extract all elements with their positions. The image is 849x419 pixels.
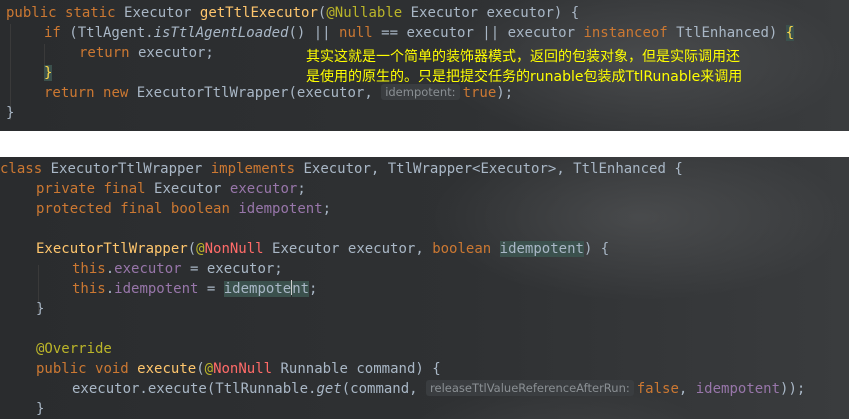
keyword: false (636, 381, 679, 397)
code-text: = executor; (181, 261, 283, 277)
code-text: , (678, 381, 696, 397)
code-text: (command, (341, 381, 427, 397)
highlighted-identifier: idempotent (499, 241, 584, 257)
code-line-7: } (36, 299, 44, 319)
code-line-1: public static Executor getTtlExecutor(@N… (6, 3, 579, 23)
keyword: return (79, 45, 130, 61)
code-text: Runnable command) { (272, 361, 441, 377)
annotation-name: NonNull (204, 241, 264, 257)
code-text: ( (187, 241, 197, 257)
method-name: ExecutorTtlWrapper (36, 241, 188, 257)
keyword: final (120, 201, 163, 217)
code-text: ) { (583, 241, 610, 257)
annotation: @Nullable (326, 5, 403, 21)
keyword: static (65, 5, 116, 21)
code-text: ExecutorTtlWrapper (42, 161, 211, 177)
keyword: if (44, 25, 61, 41)
code-line-4: } (44, 63, 53, 83)
field-name: executor (229, 181, 298, 197)
code-line-4: ExecutorTtlWrapper(@NonNull Executor exe… (36, 239, 609, 259)
keyword: null (339, 25, 373, 41)
code-text: = (198, 281, 224, 297)
method-name: execute (137, 361, 197, 377)
method-name: isTtlAgentLoaded (153, 25, 289, 41)
closing-brace: } (36, 301, 45, 317)
code-text: Executor executor, (263, 241, 433, 257)
method-name: get (316, 381, 342, 397)
code-line-3: protected final boolean idempotent; (36, 199, 331, 219)
annotation-note: 其实这就是一个简单的装饰器模式，返回的包装对象，但是实际调用还 是使用的原生的。… (306, 47, 846, 87)
keyword: instanceof (583, 25, 668, 41)
code-text: Executor, TtlWrapper<Executor>, TtlEnhan… (295, 161, 683, 177)
code-line-10: executor.execute(TtlRunnable.get(command… (72, 379, 805, 399)
closing-brace: } (36, 401, 45, 417)
annotation-name: NonNull (213, 361, 273, 377)
parameter-hint: releaseTtlValueReferenceAfterRun: (426, 380, 634, 396)
matched-brace: { (785, 25, 795, 41)
code-editor-top[interactable]: public static Executor getTtlExecutor(@N… (0, 0, 849, 131)
code-text: () || (288, 25, 340, 41)
code-text: ); (496, 85, 514, 101)
code-line-6: } (6, 103, 14, 123)
code-line-2: private final Executor executor; (36, 179, 306, 199)
annotation: @ (196, 241, 205, 257)
highlighted-identifier: idempote (223, 281, 292, 297)
note-line-1: 其实这就是一个简单的装饰器模式，返回的包装对象，但是实际调用还 (306, 49, 740, 65)
code-line-6: this.idempotent = idempotent; (72, 279, 317, 299)
code-text: ; (322, 201, 332, 217)
code-text: ; (297, 181, 306, 197)
annotation: @ (204, 361, 214, 377)
code-text: . (105, 261, 115, 277)
keyword: final (103, 181, 146, 197)
keyword: implements (210, 161, 296, 177)
code-line-8: @Override (36, 339, 112, 359)
keyword: return (44, 85, 95, 101)
field-name: executor (114, 261, 182, 277)
keyword: new (103, 85, 129, 101)
code-editor-bottom[interactable]: class ExecutorTtlWrapper implements Exec… (0, 157, 849, 419)
keyword: boolean (170, 201, 230, 217)
code-line-1: class ExecutorTtlWrapper implements Exec… (0, 159, 683, 179)
keyword: public (6, 5, 57, 21)
code-text: (TtlAgent. (60, 25, 154, 41)
code-line-3: return executor; (79, 43, 214, 63)
code-text: )); (780, 381, 806, 397)
matched-brace: } (44, 65, 53, 81)
code-line-5: this.executor = executor; (72, 259, 283, 279)
code-text: executor; (129, 45, 214, 61)
note-line-2: 是使用的原生的。只是把提交任务的runable包装成TtlRunable来调用 (306, 69, 743, 85)
keyword: this (72, 261, 106, 277)
field-name: idempotent (114, 281, 199, 297)
code-text: Executor (145, 181, 230, 197)
field-name: idempotent (238, 201, 323, 217)
annotation: @Override (36, 341, 112, 357)
keyword: boolean (432, 241, 492, 257)
code-text: . (105, 281, 115, 297)
code-text: Executor executor) { (402, 5, 580, 21)
code-line-11: } (36, 399, 44, 419)
keyword: private (36, 181, 96, 197)
highlighted-identifier: nt (292, 281, 310, 297)
code-text: ; (309, 281, 318, 297)
code-line-2: if (TtlAgent.isTtlAgentLoaded() || null … (44, 23, 795, 43)
method-name: getTtlExecutor (199, 5, 318, 21)
keyword: public (36, 361, 87, 377)
code-text: == executor || executor (372, 25, 584, 41)
code-text: ExecutorTtlWrapper(executor, (128, 85, 382, 101)
code-text: ( (196, 361, 205, 377)
code-text: TtlEnhanced) (667, 25, 786, 41)
code-text: Executor (115, 5, 200, 21)
keyword: protected (36, 201, 112, 217)
keyword: true (462, 85, 497, 101)
closing-brace: } (6, 105, 15, 121)
keyword: void (95, 361, 129, 377)
code-text: executor.execute(TtlRunnable. (72, 381, 317, 397)
keyword: this (72, 281, 106, 297)
keyword: class (0, 161, 43, 177)
field-name: idempotent (695, 381, 781, 397)
code-line-9: public void execute(@NonNull Runnable co… (36, 359, 441, 379)
